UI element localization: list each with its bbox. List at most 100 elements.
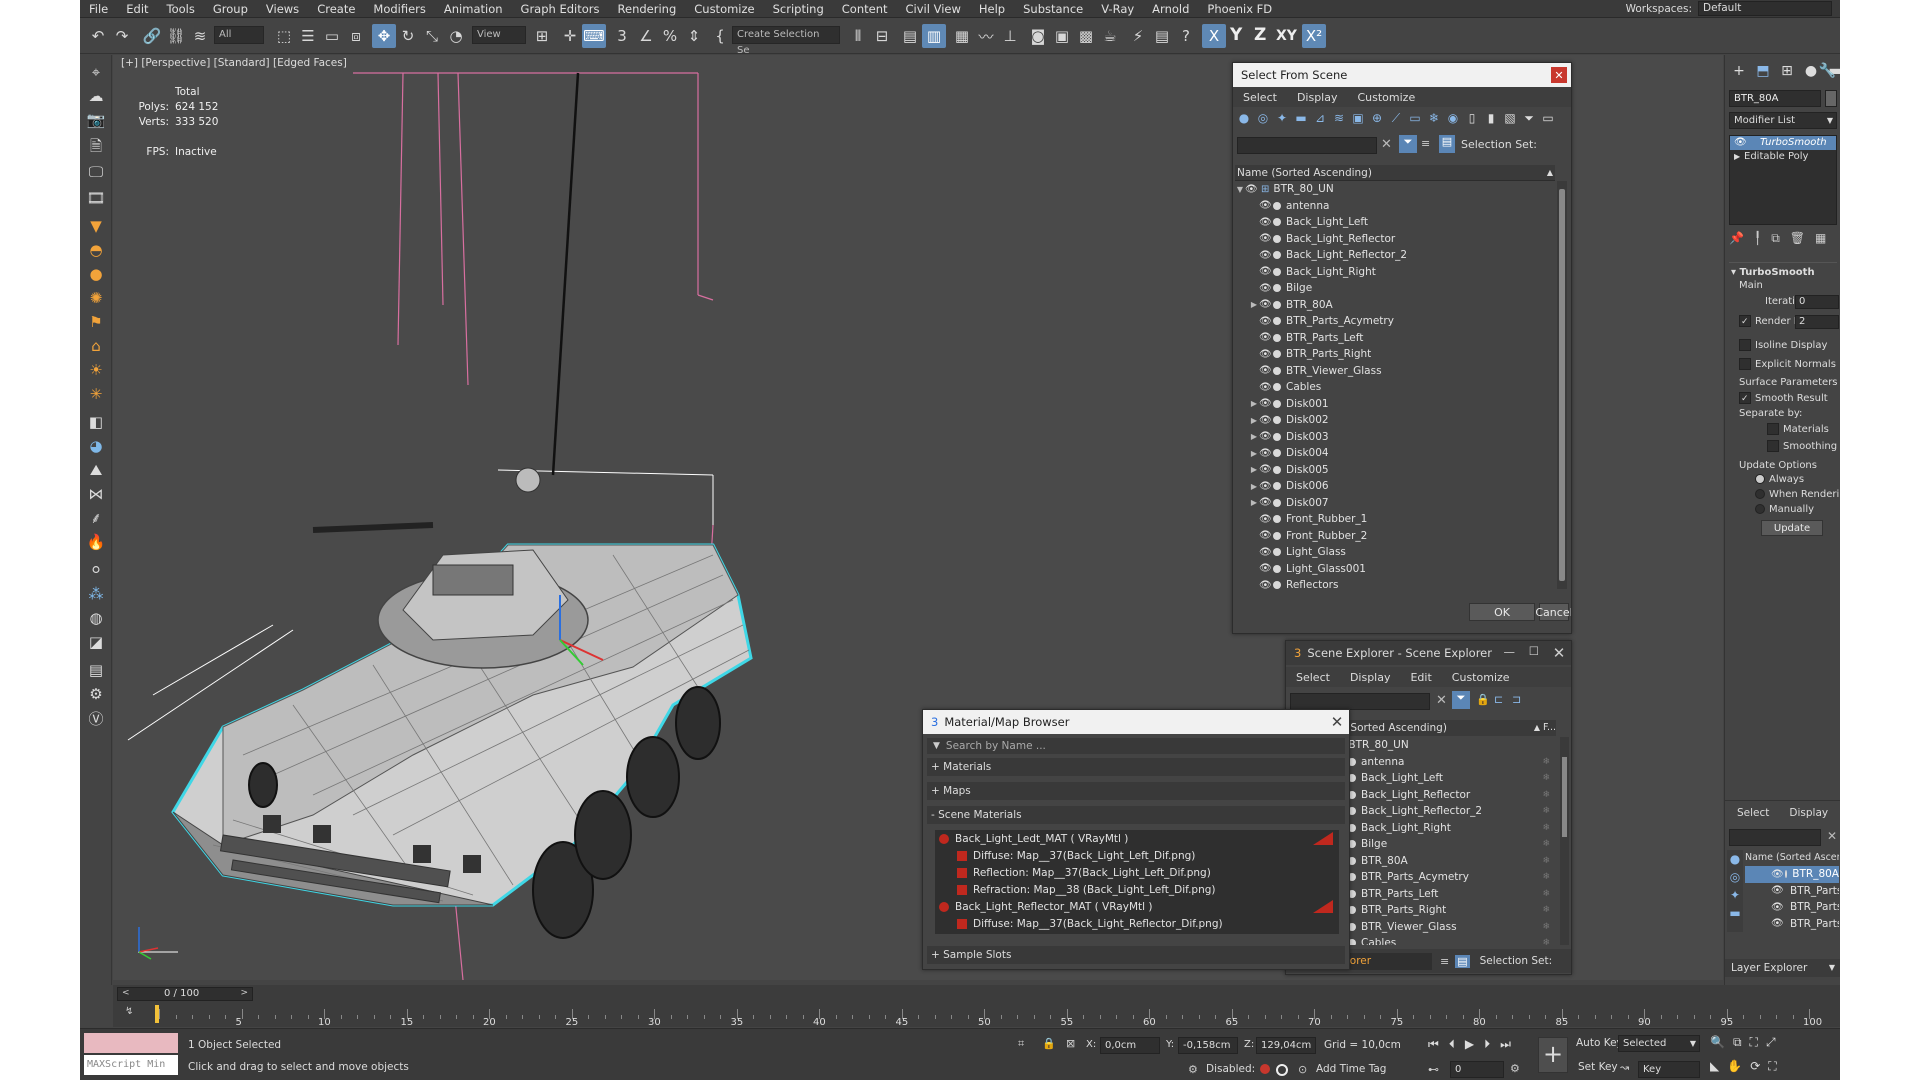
selection-filter-dropdown[interactable]: All	[214, 26, 264, 44]
zoom-all-icon[interactable]: ⧉	[1733, 1035, 1742, 1050]
bones-filter-icon[interactable]: ⟋	[1387, 109, 1405, 127]
minimize-icon[interactable]: —	[1504, 645, 1516, 659]
freeze-icon[interactable]: ❄	[1542, 872, 1550, 882]
layers-icon[interactable]: ≡	[1440, 955, 1449, 968]
edit-named-selection-icon[interactable]: {	[708, 24, 732, 48]
isolate-selection-icon[interactable]: ⌗	[1018, 1037, 1024, 1051]
sphere-icon[interactable]: ◕	[85, 435, 107, 457]
tree-row[interactable]: 👁 Light_Glass	[1235, 544, 1555, 561]
tree-row[interactable]: 👁 BTR_Viewer_Glass	[1235, 363, 1555, 380]
select-rotate-icon[interactable]: ↻	[396, 24, 420, 48]
eye-icon[interactable]: 👁	[1259, 514, 1272, 525]
menu-item-tools[interactable]: Tools	[158, 2, 204, 16]
menu-item-civil-view[interactable]: Civil View	[897, 2, 970, 16]
freeze-icon[interactable]: ❄	[1542, 839, 1550, 849]
eye-icon[interactable]: 👁	[1259, 464, 1272, 475]
hidden-filter-icon[interactable]: ◉	[1444, 109, 1462, 127]
eye-icon[interactable]: 👁	[1259, 580, 1272, 589]
eye-icon[interactable]: 👁	[1259, 299, 1272, 310]
tree-row[interactable]: 👁 Light_Glass001	[1235, 561, 1555, 578]
menu-item-views[interactable]: Views	[257, 2, 308, 16]
menu-display[interactable]: Display	[1287, 91, 1348, 104]
eye-icon[interactable]: 👁	[1259, 530, 1272, 541]
key-mode-icon[interactable]: ⊷	[1428, 1063, 1439, 1076]
viewport-icon[interactable]: 🖵	[85, 161, 107, 183]
always-radio[interactable]	[1755, 474, 1765, 484]
cancel-button[interactable]: Cancel	[1535, 603, 1571, 621]
viewport-label[interactable]: [+] [Perspective] [Standard] [Edged Face…	[121, 57, 347, 69]
eye-icon[interactable]: 👁	[1259, 415, 1272, 426]
time-ruler[interactable]: ↯ 5 10 15 20 25 30 35 40 45 50 55 60 65 70 75 80 85 90 95 1…	[117, 1005, 1837, 1028]
eye-icon[interactable]: 👁	[1259, 563, 1272, 574]
menu-item-modifiers[interactable]: Modifiers	[364, 2, 435, 16]
menu-item-graph-editors[interactable]: Graph Editors	[512, 2, 609, 16]
menu-display[interactable]: Display	[1781, 807, 1836, 819]
pivot-center-icon[interactable]: ⊞	[530, 24, 554, 48]
axis-xy-constraint-button[interactable]: XY	[1276, 28, 1297, 44]
key-set-dropdown[interactable]: Selected ▼	[1618, 1035, 1700, 1052]
axis-z-constraint-button[interactable]: Z	[1254, 25, 1266, 45]
bind-spacewarp-icon[interactable]: ≋	[188, 24, 212, 48]
eye-icon[interactable]: 👁	[1259, 365, 1272, 376]
help-icon[interactable]: ?	[1174, 24, 1198, 48]
invert-filter-icon[interactable]: ▧	[1501, 109, 1519, 127]
cameras-filter-icon[interactable]: ▬	[1292, 109, 1310, 127]
eye-icon[interactable]: 👁	[1259, 382, 1272, 393]
eye-icon[interactable]: 👁	[1771, 902, 1784, 913]
name-column-header[interactable]: Name (Sorted Ascending) ▲	[1235, 165, 1555, 181]
placement-icon[interactable]: ◔	[444, 24, 468, 48]
reference-coordinate-dropdown[interactable]: View	[472, 26, 526, 44]
filter-active-icon[interactable]: ⏷	[1399, 135, 1417, 153]
select-by-name-icon[interactable]: ☰	[296, 24, 320, 48]
sky-icon[interactable]: ✳	[85, 383, 107, 405]
freeze-icon[interactable]: ❄	[1542, 905, 1550, 915]
toggle-layer-explorer-icon[interactable]: ▥	[922, 24, 946, 48]
freeze-icon[interactable]: ❄	[1542, 806, 1550, 816]
freeze-icon[interactable]: ❄	[1542, 790, 1550, 800]
hierarchy-icon[interactable]: ⊏	[1494, 693, 1503, 706]
render-iters-checkbox[interactable]: ✓	[1739, 315, 1751, 327]
sphere-light-icon[interactable]: ●	[85, 263, 107, 285]
vray-logo-icon[interactable]: Ⓥ	[85, 707, 107, 729]
eye-icon[interactable]: 👁	[1259, 217, 1272, 228]
tree-row[interactable]: 👁 Back_Light_Reflector_2	[1235, 247, 1555, 264]
menu-display[interactable]: Display	[1340, 671, 1401, 684]
zoom-extents-all-icon[interactable]: ⤢	[1766, 1035, 1776, 1050]
tree-row[interactable]: 👁 Back_Light_Right	[1235, 264, 1555, 281]
update-button[interactable]: Update	[1761, 520, 1823, 536]
lock-selection-icon[interactable]: 🔒	[1042, 1037, 1056, 1050]
stack-item-turbosmooth[interactable]: 👁 TurboSmooth	[1730, 136, 1836, 150]
play-icon[interactable]: ▶	[1465, 1037, 1474, 1052]
eye-icon[interactable]: 👁	[1771, 869, 1784, 880]
freeze-icon[interactable]: ❄	[1542, 757, 1550, 767]
set-key-big-icon[interactable]: +	[1538, 1037, 1568, 1073]
map-row[interactable]: Reflection: Map__37(Back_Light_Left_Dif.…	[935, 864, 1339, 881]
ribbon-icon[interactable]: ▦	[950, 24, 974, 48]
maxscript-mini-listener[interactable]: MAXScript Min	[84, 1055, 178, 1075]
hierarchy-tab-icon[interactable]: ⊞	[1777, 63, 1797, 79]
material-row[interactable]: Back_Light_Ledt_MAT ( VRayMtl )	[935, 830, 1339, 847]
workspace-dropdown[interactable]: Default	[1698, 1, 1832, 16]
menu-select[interactable]: Select	[1286, 671, 1340, 684]
map-row[interactable]: Diffuse: Map__37(Back_Light_Left_Dif.png…	[935, 847, 1339, 864]
containers-filter-icon[interactable]: ▭	[1406, 109, 1424, 127]
menu-item-rendering[interactable]: Rendering	[609, 2, 686, 16]
unlink-icon[interactable]: ⛓	[164, 24, 188, 48]
geometry-filter-icon[interactable]: ●	[1727, 850, 1743, 868]
iterations-spinner[interactable]: 0	[1795, 295, 1839, 309]
next-key-icon[interactable]: ⏵	[1484, 1037, 1490, 1052]
select-object-icon[interactable]: ⬚	[272, 24, 296, 48]
shapes-filter-icon[interactable]: ◎	[1254, 109, 1272, 127]
layer-name-column-header[interactable]: Name (Sorted Ascending)	[1745, 852, 1839, 863]
particles-icon[interactable]: ⁂	[85, 583, 107, 605]
menu-item-arnold[interactable]: Arnold	[1143, 2, 1198, 16]
expand-icon[interactable]: ▶	[1249, 416, 1259, 425]
eye-icon[interactable]: 👁	[1259, 250, 1272, 261]
prev-frame-icon[interactable]: <	[122, 988, 130, 998]
manually-radio[interactable]	[1755, 504, 1765, 514]
render-iters-spinner[interactable]: 2	[1795, 315, 1839, 329]
tree-row[interactable]: 👁 BTR_Parts_Right	[1235, 346, 1555, 363]
layer-row[interactable]: 👁 BTR_Parts_Acyme	[1745, 883, 1839, 900]
hemisphere-light-icon[interactable]: ◓	[85, 239, 107, 261]
modifier-list-dropdown[interactable]: Modifier List ▼	[1729, 112, 1837, 129]
